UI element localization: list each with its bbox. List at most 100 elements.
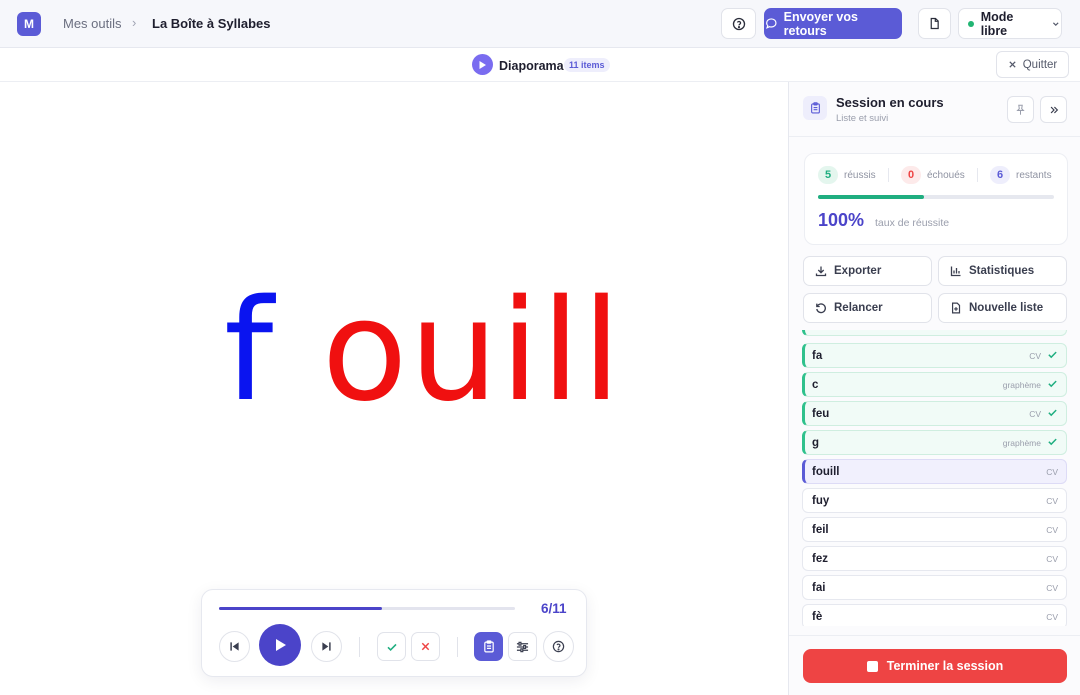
restart-button[interactable]: Relancer (803, 293, 932, 323)
list-item (802, 330, 1067, 336)
help-circle-icon (552, 640, 565, 653)
pin-panel-button[interactable] (1007, 96, 1034, 123)
statistics-button[interactable]: Statistiques (938, 256, 1067, 286)
slideshow-progress-track[interactable] (219, 607, 515, 610)
end-session-label: Terminer la session (886, 659, 1004, 673)
cross-icon (421, 642, 430, 651)
help-circle-icon (732, 17, 745, 30)
session-title: Session en cours (836, 95, 944, 110)
breadcrumb-my-tools[interactable]: Mes outils (63, 16, 122, 31)
chevrons-right-icon (1050, 106, 1058, 113)
skip-back-icon (230, 642, 239, 651)
previous-button[interactable] (219, 631, 250, 662)
send-feedback-button[interactable]: Envoyer vos retours (764, 8, 902, 39)
list-item-text: fuy (812, 494, 830, 507)
play-button[interactable] (259, 624, 301, 666)
session-progress-track (818, 195, 1054, 199)
list-item-text: g (812, 436, 820, 449)
session-panel-footer: Terminer la session (789, 635, 1080, 695)
toggle-list-button[interactable] (474, 632, 503, 661)
failed-label: échoués (927, 169, 965, 181)
send-feedback-label: Envoyer vos retours (783, 9, 858, 38)
list-item-text: fai (812, 581, 826, 594)
new-list-button[interactable]: Nouvelle liste (938, 293, 1067, 323)
list-item-type: CV (1046, 496, 1058, 506)
top-header: M Mes outils › La Boîte à Syllabes Envoy… (0, 0, 1080, 48)
list-item[interactable]: fouill CV (802, 459, 1067, 484)
list-item-text: fez (812, 552, 828, 565)
app-logo[interactable]: M (17, 12, 41, 36)
slideshow-title: Diaporama (499, 59, 564, 73)
document-icon (930, 17, 939, 30)
list-item-text: feil (812, 523, 829, 536)
word-rest: ouill (275, 270, 623, 433)
remaining-count: 6 (990, 166, 1010, 184)
download-icon (815, 266, 827, 277)
mode-select[interactable]: Mode libre (958, 8, 1062, 39)
breadcrumb-separator-icon: › (132, 15, 137, 30)
mark-failure-button[interactable] (411, 632, 440, 661)
list-item[interactable]: fai CV (802, 575, 1067, 600)
controls-divider (359, 637, 360, 657)
current-word: f ouill (224, 267, 623, 437)
chevron-down-icon (1053, 21, 1060, 26)
sliders-icon (516, 641, 529, 652)
list-item-type: CV (1046, 554, 1058, 564)
end-session-button[interactable]: Terminer la session (803, 649, 1067, 683)
clipboard-icon (803, 96, 827, 120)
breadcrumb-current-tool: La Boîte à Syllabes (152, 16, 271, 31)
player-help-button[interactable] (543, 631, 574, 662)
restart-label: Relancer (834, 302, 883, 314)
success-label: réussis (844, 169, 876, 181)
success-rate-label: taux de réussite (875, 217, 950, 229)
clipboard-icon (483, 640, 494, 653)
help-button[interactable] (721, 8, 756, 39)
list-item-type: CV (1046, 525, 1058, 535)
quit-label: Quitter (1022, 58, 1058, 71)
success-count: 5 (818, 166, 838, 184)
export-button[interactable]: Exporter (803, 256, 932, 286)
word-first-letter: f (224, 270, 276, 433)
slideshow-bar: Diaporama 11 items Quitter (0, 48, 1080, 82)
check-icon (1048, 438, 1057, 446)
collapse-panel-button[interactable] (1040, 96, 1067, 123)
next-button[interactable] (311, 631, 342, 662)
list-item[interactable]: feu CV (802, 401, 1067, 426)
session-panel-header: Session en cours Liste et suivi (789, 82, 1080, 137)
document-button[interactable] (918, 8, 951, 39)
play-icon (275, 639, 286, 651)
session-panel: Session en cours Liste et suivi 5 réussi… (788, 82, 1080, 695)
settings-button[interactable] (508, 632, 537, 661)
remaining-stat: 6 restants (990, 166, 1052, 184)
list-item[interactable]: g graphème (802, 430, 1067, 455)
list-item-type: graphème (1002, 380, 1041, 390)
session-item-list[interactable]: fa CV c graphème feu CV g graphème fouill CV fuy CV… (802, 330, 1068, 626)
slideshow-counter: 6/11 (541, 601, 567, 616)
file-plus-icon (951, 302, 961, 314)
list-item[interactable]: fuy CV (802, 488, 1067, 513)
pin-icon (1016, 104, 1025, 115)
list-item-text: feu (812, 407, 830, 420)
quit-button[interactable]: Quitter (996, 51, 1069, 78)
list-item-text: fa (812, 349, 823, 362)
check-icon (1048, 409, 1057, 417)
list-item-type: CV (1029, 351, 1041, 361)
list-item[interactable]: fa CV (802, 343, 1067, 368)
list-item[interactable]: feil CV (802, 517, 1067, 542)
list-item[interactable]: fez CV (802, 546, 1067, 571)
success-stat: 5 réussis (818, 166, 876, 184)
list-item[interactable]: fè CV (802, 604, 1067, 626)
chat-bubble-icon (766, 18, 777, 29)
list-item-text: c (812, 378, 819, 391)
mark-success-button[interactable] (377, 632, 406, 661)
slideshow-progress-fill (219, 607, 382, 610)
list-item-text: fè (812, 610, 823, 623)
statistics-label: Statistiques (969, 265, 1035, 277)
list-item-type: graphème (1002, 438, 1041, 448)
failed-count: 0 (901, 166, 921, 184)
list-item-type: CV (1029, 409, 1041, 419)
stop-icon (866, 660, 878, 672)
failed-stat: 0 échoués (901, 166, 965, 184)
list-item-type: CV (1046, 583, 1058, 593)
list-item[interactable]: c graphème (802, 372, 1067, 397)
